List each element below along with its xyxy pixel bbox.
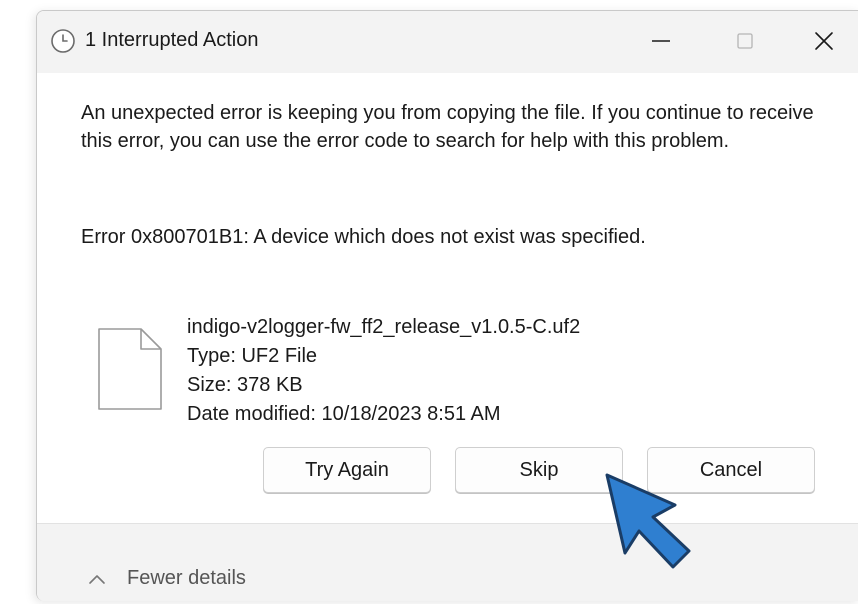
error-message: An unexpected error is keeping you from … (81, 102, 814, 152)
fewer-details-label: Fewer details (127, 567, 246, 589)
error-code-line: Error 0x800701B1: A device which does no… (81, 226, 646, 248)
maximize-button[interactable] (701, 11, 791, 73)
file-type: Type: UF2 File (187, 345, 318, 367)
interrupted-action-dialog: 1 Interrupted Action An unexpected error… (36, 10, 858, 601)
skip-button[interactable]: Skip (455, 447, 623, 493)
window-title: 1 Interrupted Action (85, 29, 259, 51)
try-again-button[interactable]: Try Again (263, 447, 431, 493)
file-icon (98, 328, 162, 410)
clock-icon (51, 29, 75, 53)
file-date-modified: Date modified: 10/18/2023 8:51 AM (187, 403, 501, 425)
title-bar[interactable]: 1 Interrupted Action (37, 11, 858, 73)
close-button[interactable] (780, 11, 858, 73)
file-name: indigo-v2logger-fw_ff2_release_v1.0.5-C.… (187, 316, 581, 338)
dialog-footer: Fewer details (37, 523, 858, 601)
minimize-icon (652, 40, 670, 42)
file-size: Size: 378 KB (187, 374, 303, 396)
minimize-button[interactable] (617, 11, 707, 73)
chevron-up-icon (89, 575, 105, 584)
close-icon (815, 32, 833, 50)
pointer-arrow-icon (605, 473, 691, 569)
file-details: indigo-v2logger-fw_ff2_release_v1.0.5-C.… (187, 313, 580, 429)
maximize-icon (737, 33, 753, 49)
